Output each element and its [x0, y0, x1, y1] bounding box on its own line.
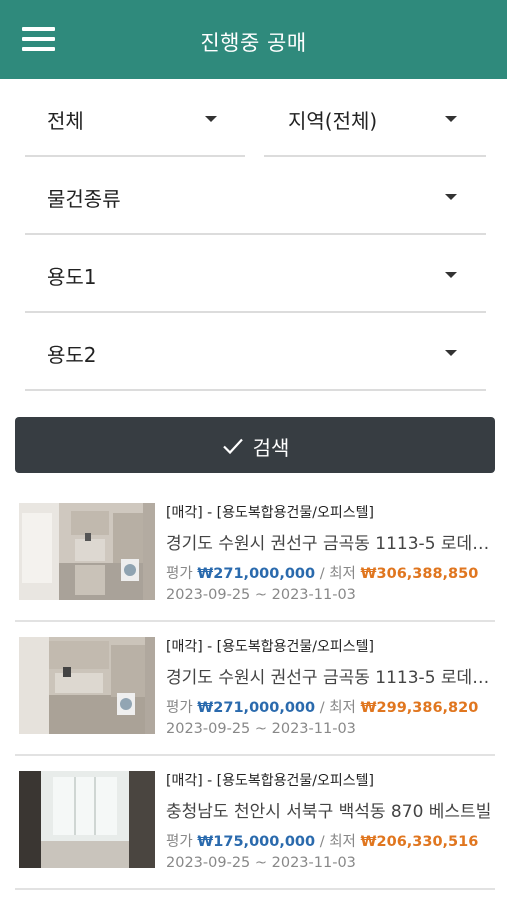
listing-prices: 평가 ₩271,000,000 / 최저 ₩306,388,850: [166, 562, 492, 583]
page-title: 진행중 공매: [200, 31, 307, 55]
listing-period: 2023-09-25 ~ 2023-11-03: [166, 721, 356, 737]
property-photo: [19, 637, 155, 734]
listing-period: 2023-09-25 ~ 2023-11-03: [166, 587, 356, 603]
chevron-down-icon: [445, 194, 457, 200]
check-icon: [222, 438, 243, 455]
usage2-label: 용도2: [47, 343, 97, 367]
property-type-label: 물건종류: [47, 187, 121, 211]
all-filter-label: 전체: [47, 109, 84, 133]
usage2-select[interactable]: 용도2: [25, 313, 486, 391]
region-filter-select[interactable]: 지역(전체): [264, 79, 486, 157]
app-bar: 진행중 공매: [0, 0, 507, 79]
price-separator: /: [315, 834, 330, 850]
listing-item[interactable]: [매각] - [용도복합용건물/오피스텔] 충청남도 천안시 서북구 백석동 8…: [15, 756, 495, 890]
listing-address: 경기도 수원시 권선구 금곡동 1113-5 로데오아파트: [166, 668, 492, 688]
price-separator: /: [315, 566, 330, 582]
listing-category: [매각] - [용도복합용건물/오피스텔]: [166, 505, 374, 521]
listing-prices: 평가 ₩175,000,000 / 최저 ₩206,330,516: [166, 830, 492, 851]
chevron-down-icon: [205, 116, 217, 122]
appraisal-price: ₩175,000,000: [197, 834, 316, 850]
search-button[interactable]: 검색: [15, 417, 495, 473]
property-photo: [19, 503, 155, 600]
appraisal-price: ₩271,000,000: [197, 700, 316, 716]
listing-category: [매각] - [용도복합용건물/오피스텔]: [166, 639, 374, 655]
listing-item[interactable]: [매각] - [용도복합용건물/오피스텔] 경기도 수원시 권선구 금곡동 11…: [15, 622, 495, 756]
property-photo: [19, 771, 155, 868]
usage1-select[interactable]: 용도1: [25, 235, 486, 313]
minimum-price: ₩299,386,820: [360, 700, 479, 716]
listing-category: [매각] - [용도복합용건물/오피스텔]: [166, 773, 374, 789]
minimum-price: ₩206,330,516: [360, 834, 479, 850]
property-type-select[interactable]: 물건종류: [25, 157, 486, 235]
price-separator: /: [315, 700, 330, 716]
chevron-down-icon: [445, 272, 457, 278]
region-filter-label: 지역(전체): [288, 109, 378, 133]
listing-address: 경기도 수원시 권선구 금곡동 1113-5 로데오아파트: [166, 534, 492, 554]
chevron-down-icon: [445, 350, 457, 356]
search-button-label: 검색: [252, 436, 290, 460]
all-filter-select[interactable]: 전체: [25, 79, 245, 157]
listing-item[interactable]: [매각] - [용도복합용건물/오피스텔] 경기도 수원시 권선구 금곡동 11…: [15, 488, 495, 622]
minimum-label: 최저: [329, 834, 356, 850]
listing-prices: 평가 ₩271,000,000 / 최저 ₩299,386,820: [166, 696, 492, 717]
appraisal-label: 평가: [166, 834, 193, 850]
minimum-label: 최저: [329, 700, 356, 716]
chevron-down-icon: [445, 116, 457, 122]
minimum-label: 최저: [329, 566, 356, 582]
usage1-label: 용도1: [47, 265, 97, 289]
listing-period: 2023-09-25 ~ 2023-11-03: [166, 855, 356, 871]
minimum-price: ₩306,388,850: [360, 566, 479, 582]
appraisal-label: 평가: [166, 700, 193, 716]
appraisal-label: 평가: [166, 566, 193, 582]
listing-address: 충청남도 천안시 서북구 백석동 870 베스트빌: [166, 802, 492, 822]
appraisal-price: ₩271,000,000: [197, 566, 316, 582]
